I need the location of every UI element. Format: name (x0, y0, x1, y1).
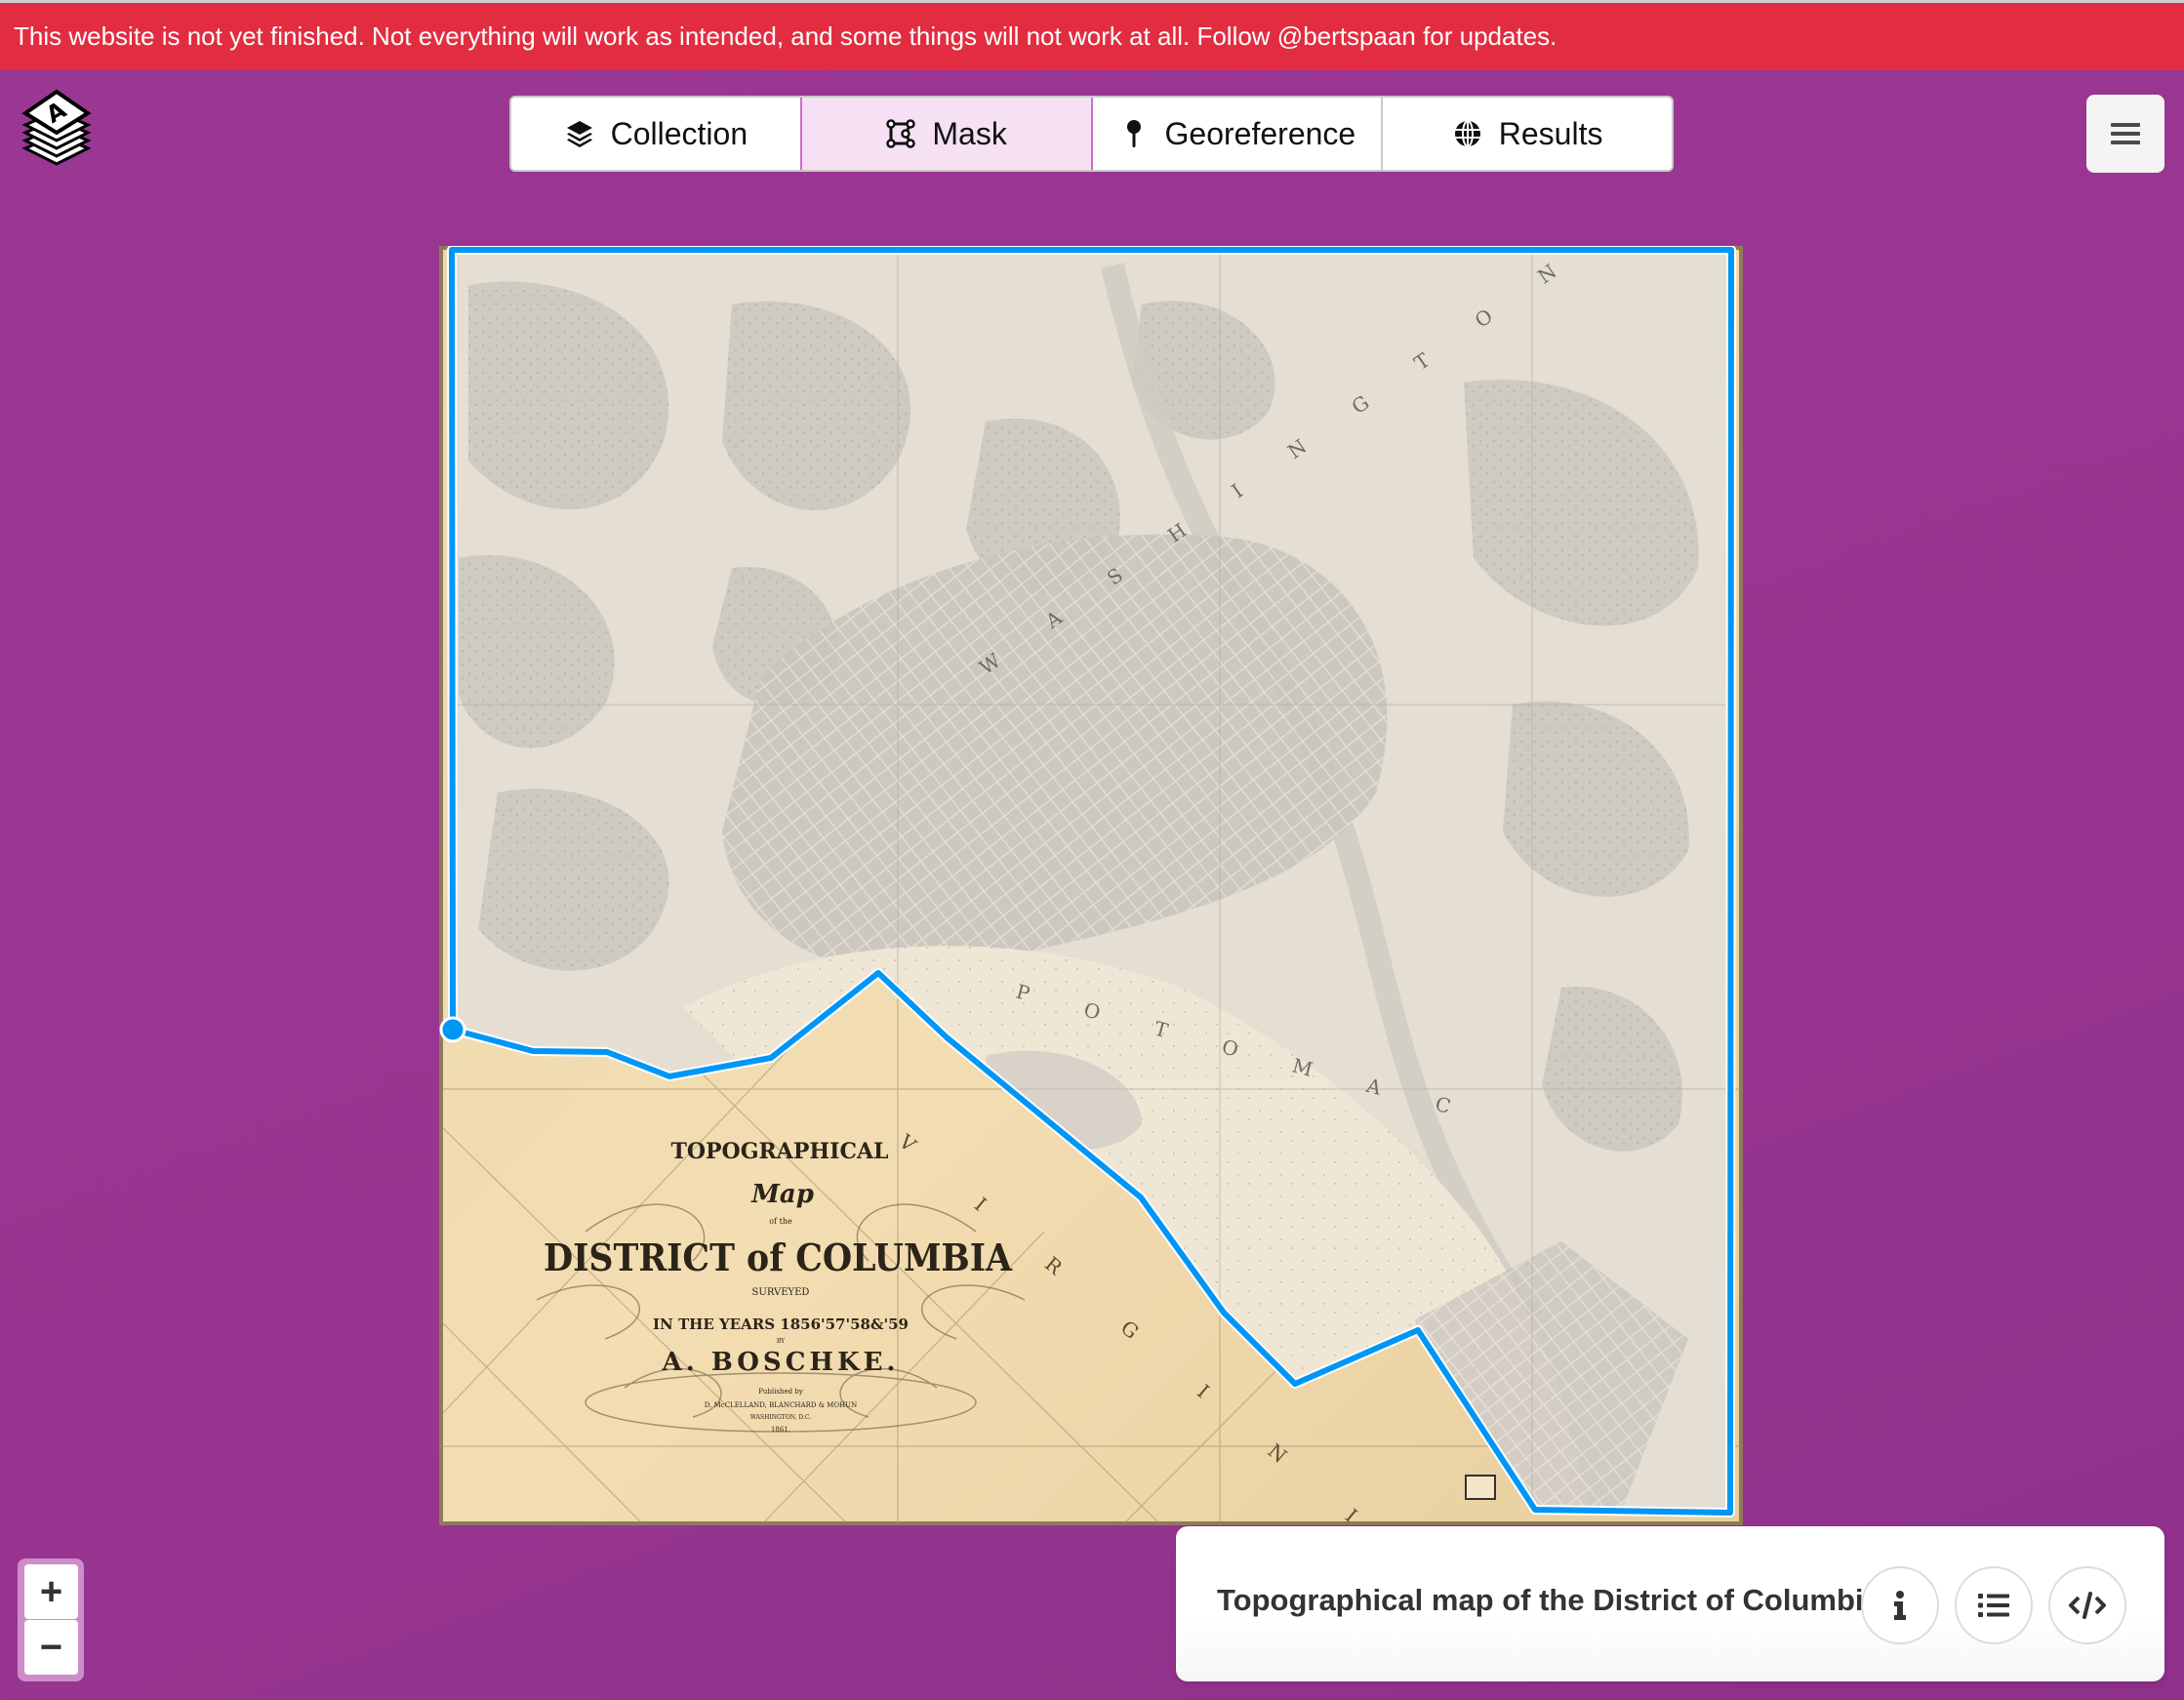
map-title-line6: IN THE YEARS 1856'57'58&'59 (653, 1315, 909, 1333)
map-title-line10: D. McCLELLAND, BLANCHARD & MOHUN (705, 1401, 857, 1409)
tab-mask[interactable]: Mask (799, 98, 1093, 170)
map-title: Topographical map of the District of Col… (1217, 1583, 1881, 1617)
map-title-line8: A. BOSCHKE. (662, 1348, 900, 1377)
main-menu-button[interactable] (2086, 95, 2164, 173)
map-title-line2: Map (750, 1180, 814, 1209)
map-viewer[interactable]: TOPOGRAPHICAL Map of the DISTRICT of COL… (439, 246, 1743, 1525)
tab-georeference-label: Georeference (1164, 115, 1356, 151)
tab-mask-label: Mask (932, 115, 1007, 151)
map-pin-icon (1126, 120, 1141, 147)
tab-results[interactable]: Results (1383, 98, 1672, 170)
polygon-mask-icon (886, 119, 916, 148)
map-scale-box (1465, 1475, 1496, 1500)
info-button[interactable] (1861, 1566, 1939, 1644)
allmaps-stack-logo-icon: A (21, 89, 92, 166)
zoom-control: + − (18, 1558, 84, 1681)
map-title-line1: TOPOGRAPHICAL (670, 1139, 888, 1164)
tab-collection-label: Collection (610, 115, 748, 151)
map-title-line9: Published by (758, 1388, 803, 1396)
zoom-in-button[interactable]: + (24, 1564, 78, 1619)
code-button[interactable] (2048, 1566, 2126, 1644)
map-title-line12: 1861. (771, 1426, 790, 1434)
tab-results-label: Results (1498, 115, 1603, 151)
tab-georeference[interactable]: Georeference (1093, 98, 1384, 170)
globe-icon (1454, 120, 1480, 147)
map-canvas[interactable]: TOPOGRAPHICAL Map of the DISTRICT of COL… (439, 246, 1743, 1525)
info-icon (1894, 1591, 1906, 1620)
map-title-line5: SURVEYED (752, 1287, 810, 1298)
list-button[interactable] (1955, 1566, 2033, 1644)
map-title-line7: BY (777, 1338, 786, 1345)
warning-banner: This website is not yet finished. Not ev… (0, 3, 2184, 70)
layers-icon (566, 121, 592, 147)
code-icon (2069, 1592, 2106, 1619)
app-logo[interactable]: A (20, 88, 94, 168)
warning-banner-text: This website is not yet finished. Not ev… (14, 21, 1557, 51)
workflow-tabs: Collection Mask Georeference Results (509, 96, 1674, 172)
hamburger-icon (2111, 123, 2140, 144)
map-title-line11: WASHINGTON, D.C. (750, 1414, 811, 1421)
map-title-line3: of the (769, 1217, 792, 1226)
map-title-line4: DISTRICT of COLUMBIA (544, 1235, 1012, 1279)
mask-vertex-handle[interactable] (439, 1016, 466, 1043)
zoom-out-button[interactable]: − (24, 1620, 78, 1675)
map-info-panel: Topographical map of the District of Col… (1176, 1526, 2164, 1681)
list-icon (1978, 1594, 2009, 1617)
tab-collection[interactable]: Collection (511, 98, 802, 170)
